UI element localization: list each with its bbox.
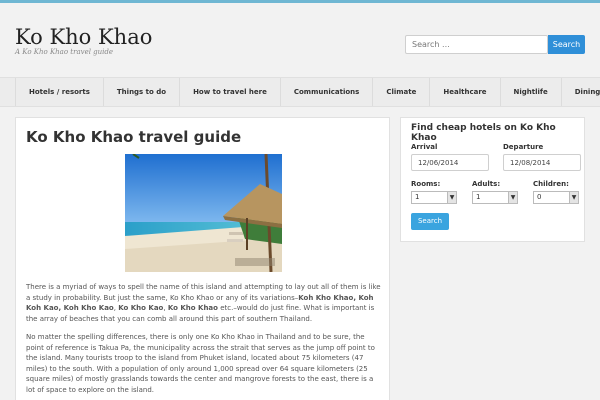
search-button[interactable]: Search: [548, 35, 585, 54]
second-paragraph: No matter the spelling differences, ther…: [26, 333, 375, 394]
chevron-down-icon: ▼: [447, 192, 456, 203]
children-value: 0: [537, 193, 542, 201]
departure-date-input[interactable]: 12/08/2014: [503, 154, 581, 171]
rooms-select[interactable]: 1 ▼: [411, 191, 457, 204]
search-input[interactable]: Search ...: [405, 35, 548, 54]
widget-title: Find cheap hotels on Ko Kho Khao: [411, 123, 556, 143]
arrival-label: Arrival: [411, 143, 438, 151]
nav-item-healthcare[interactable]: Healthcare: [430, 78, 501, 106]
nav-item-things-to-do[interactable]: Things to do: [104, 78, 181, 106]
hotel-search-button[interactable]: Search: [411, 213, 449, 230]
departure-label: Departure: [503, 143, 544, 151]
arrival-date-input[interactable]: 12/06/2014: [411, 154, 489, 171]
rooms-value: 1: [415, 193, 420, 201]
children-select[interactable]: 0 ▼: [533, 191, 579, 204]
chevron-down-icon: ▼: [569, 192, 578, 203]
main-content: Ko Kho Khao travel guide There is a myri…: [15, 117, 390, 400]
nav-item-hotels[interactable]: Hotels / resorts: [15, 78, 104, 106]
adults-value: 1: [476, 193, 481, 201]
nav-item-climate[interactable]: Climate: [373, 78, 431, 106]
site-title[interactable]: Ko Kho Khao: [15, 25, 152, 49]
site-header: Ko Kho Khao A Ko Kho Khao travel guide S…: [0, 3, 600, 76]
chevron-down-icon: ▼: [508, 192, 517, 203]
nav-item-nightlife[interactable]: Nightlife: [501, 78, 562, 106]
nav-item-dining[interactable]: Dining: [562, 78, 600, 106]
adults-select[interactable]: 1 ▼: [472, 191, 518, 204]
children-label: Children:: [533, 180, 569, 188]
main-nav: Hotels / resorts Things to do How to tra…: [0, 77, 600, 107]
intro-paragraph: There is a myriad of ways to spell the n…: [26, 283, 381, 323]
hotel-search-widget: Find cheap hotels on Ko Kho Khao Arrival…: [400, 117, 585, 242]
rooms-label: Rooms:: [411, 180, 441, 188]
beach-photo: [125, 154, 282, 272]
nav-item-communications[interactable]: Communications: [281, 78, 374, 106]
adults-label: Adults:: [472, 180, 501, 188]
page-title: Ko Kho Khao travel guide: [26, 128, 242, 146]
nav-item-how-to-travel[interactable]: How to travel here: [180, 78, 281, 106]
site-tagline: A Ko Kho Khao travel guide: [15, 48, 114, 56]
